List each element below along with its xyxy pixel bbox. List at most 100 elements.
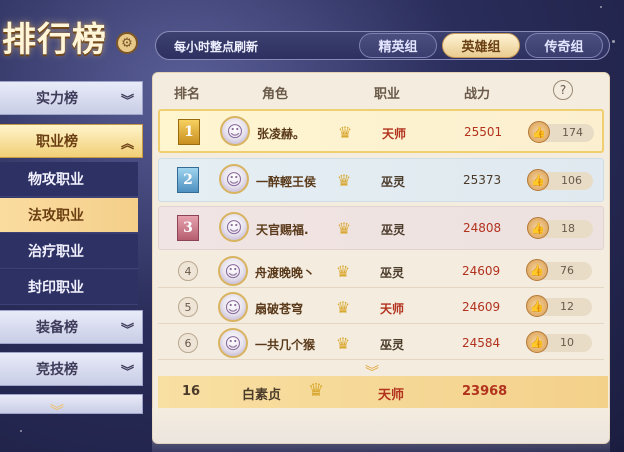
like-bar[interactable]: 👍 174 [528,121,594,143]
like-count: 18 [561,222,575,235]
player-job: 天师 [382,127,407,141]
menu-label: 实力榜 [36,91,78,107]
menu-arena[interactable]: 竞技榜 ︾ [0,352,143,386]
self-rank: 16 [182,384,201,399]
avatar: ☺ [218,256,248,286]
help-button[interactable]: ? [553,80,573,100]
sparkle [600,6,602,8]
crown-icon: ♛ [335,333,351,353]
like-count: 106 [561,174,582,187]
rank-badge: 3 [177,215,199,241]
like-bar[interactable]: 👍 12 [526,295,592,317]
table-header: 排名 角色 职业 战力 [152,76,610,106]
player-job: 巫灵 [380,266,405,280]
table-row[interactable]: 2 ☺ 一醉輕王侯 ♛ 巫灵 25373 👍 106 [158,158,604,202]
self-name: 白素贞 [242,388,282,403]
like-bar[interactable]: 👍 76 [526,259,592,281]
thumbs-up-icon[interactable]: 👍 [526,295,548,317]
menu-strength[interactable]: 实力榜 ︾ [0,81,143,115]
player-name: 舟渡晚晚丶 [255,266,316,280]
like-bar[interactable]: 👍 106 [527,169,593,191]
submenu-physical[interactable]: 物攻职业 [0,162,138,197]
menu-label: 竞技榜 [36,362,78,378]
crown-icon: ♛ [308,380,325,401]
rank-circle: 6 [178,333,198,353]
like-count: 10 [560,336,574,349]
player-power: 24609 [462,300,501,314]
player-job: 巫灵 [381,223,406,237]
scroll-down-icon[interactable]: ︾ [50,401,64,421]
tab-legend[interactable]: 传奇组 [525,33,603,58]
menu-label: 职业榜 [36,134,78,150]
player-name: 扇破苍穹 [255,302,304,316]
thumbs-up-icon[interactable]: 👍 [528,121,550,143]
crown-icon: ♛ [336,170,352,190]
self-rank-row: 16 白素贞 ♛ 天师 23968 [158,376,608,408]
avatar: ☺ [220,116,250,146]
submenu-magic[interactable]: 法攻职业 [0,198,138,233]
page-title: 排行榜 [2,20,107,60]
submenu-seal[interactable]: 封印职业 [0,270,138,305]
panel-fade [152,408,610,452]
crown-icon: ♛ [335,297,351,317]
table-row[interactable]: 1 ☺ 张凌赫。 ♛ 天师 25501 👍 174 [158,109,604,153]
submenu-healing[interactable]: 治疗职业 [0,234,138,269]
thumbs-up-icon[interactable]: 👍 [527,169,549,191]
chevron-down-icon: ︾ [120,323,134,338]
crown-icon: ♛ [336,218,352,238]
table-row[interactable]: 4 ☺ 舟渡晚晚丶 ♛ 巫灵 24609 👍 76 [158,254,604,288]
chevron-down-icon: ︾ [120,365,134,380]
player-name: 天官赐福. [256,223,309,237]
player-job: 巫灵 [381,175,406,189]
header-rank: 排名 [174,87,201,102]
player-power: 25373 [463,173,502,187]
thumbs-up-icon[interactable]: 👍 [526,331,548,353]
crown-icon: ♛ [337,122,353,142]
tab-elite[interactable]: 精英组 [359,33,437,58]
chevron-up-icon: ︽ [120,137,134,152]
rank-circle: 4 [178,261,198,281]
self-power: 23968 [462,384,508,399]
player-job: 巫灵 [380,338,405,352]
gear-icon[interactable]: ⚙ [116,32,138,54]
player-name: 一醉輕王侯 [256,175,317,189]
player-power: 24808 [463,221,502,235]
refresh-notice: 每小时整点刷新 [174,40,259,54]
player-power: 24584 [462,336,501,350]
like-bar[interactable]: 👍 18 [527,217,593,239]
player-name: 一共几个猴 [255,338,316,352]
header-role: 角色 [262,87,289,102]
table-row[interactable]: 3 ☺ 天官赐福. ♛ 巫灵 24808 👍 18 [158,206,604,250]
tab-hero[interactable]: 英雄组 [442,33,520,58]
sparkle [20,430,22,432]
like-count: 12 [560,300,574,313]
like-count: 174 [562,126,583,139]
header-power: 战力 [464,87,491,102]
avatar: ☺ [218,328,248,358]
menu-label: 装备榜 [36,320,78,336]
avatar: ☺ [219,212,249,242]
player-power: 25501 [464,125,503,139]
table-row[interactable]: 5 ☺ 扇破苍穹 ♛ 天师 24609 👍 12 [158,290,604,324]
thumbs-up-icon[interactable]: 👍 [526,259,548,281]
sparkle [612,40,615,43]
player-job: 天师 [380,302,405,316]
crown-icon: ♛ [335,261,351,281]
avatar: ☺ [218,292,248,322]
player-name: 张凌赫。 [257,127,306,141]
avatar: ☺ [219,164,249,194]
menu-equipment[interactable]: 装备榜 ︾ [0,310,143,344]
rank-circle: 5 [178,297,198,317]
player-power: 24609 [462,264,501,278]
chevron-down-icon: ︾ [120,94,134,109]
table-row[interactable]: 6 ☺ 一共几个猴 ♛ 巫灵 24584 👍 10 [158,326,604,360]
thumbs-up-icon[interactable]: 👍 [527,217,549,239]
menu-more[interactable] [0,394,143,414]
rank-badge: 2 [177,167,199,193]
like-count: 76 [560,264,574,277]
menu-profession[interactable]: 职业榜 ︽ [0,124,143,158]
header-job: 职业 [374,87,401,102]
like-bar[interactable]: 👍 10 [526,331,592,353]
self-job: 天师 [378,388,405,403]
rank-badge: 1 [178,119,200,145]
